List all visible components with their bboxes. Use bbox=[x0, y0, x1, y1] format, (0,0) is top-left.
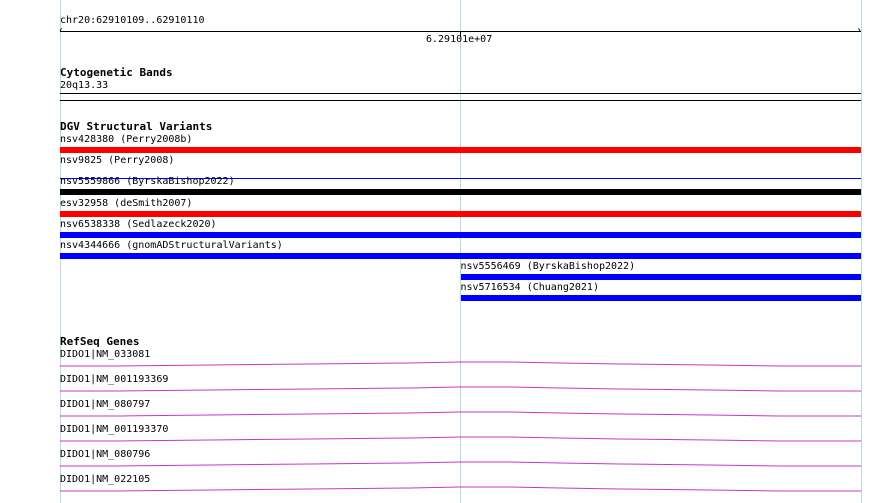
center-grid-line bbox=[460, 0, 461, 503]
dgv-variant-bar[interactable] bbox=[460, 295, 861, 302]
refseq-transcript-path bbox=[60, 361, 861, 367]
dgv-variant-label[interactable]: nsv5559866 (ByrskaBishop2022) bbox=[60, 176, 235, 188]
refseq-transcript-label[interactable]: DIDO1|NM_033081 bbox=[60, 349, 150, 361]
refseq-transcript-line[interactable] bbox=[60, 461, 861, 467]
right-grid-line bbox=[861, 0, 862, 503]
ruler-center-tick-label: 6.29101e+07 bbox=[426, 34, 493, 45]
dgv-variant-label[interactable]: nsv428380 (Perry2008b) bbox=[60, 134, 192, 146]
dgv-variant-bar[interactable] bbox=[60, 253, 861, 259]
refseq-transcript-path bbox=[60, 436, 861, 442]
cytoband-band-top[interactable] bbox=[60, 93, 861, 94]
refseq-track-title: RefSeq Genes bbox=[60, 335, 140, 348]
cytoband-track-title: Cytogenetic Bands bbox=[60, 66, 173, 79]
refseq-transcript-label[interactable]: DIDO1|NM_001193369 bbox=[60, 374, 168, 386]
dgv-variant-label[interactable]: nsv5556469 (ByrskaBishop2022) bbox=[461, 261, 636, 273]
dgv-variant-label[interactable]: nsv5716534 (Chuang2021) bbox=[461, 282, 599, 294]
dgv-variant-label[interactable]: nsv6538338 (Sedlazeck2020) bbox=[60, 219, 217, 231]
refseq-transcript-label[interactable]: DIDO1|NM_001193370 bbox=[60, 424, 168, 436]
cytoband-band-bottom bbox=[60, 100, 861, 101]
refseq-transcript-label[interactable]: DIDO1|NM_022105 bbox=[60, 474, 150, 486]
dgv-variant-bar[interactable] bbox=[60, 231, 861, 238]
dgv-variant-bar[interactable] bbox=[60, 210, 861, 217]
refseq-transcript-path bbox=[60, 386, 861, 392]
ruler-left-arrow-icon: ‹ bbox=[58, 25, 65, 36]
dgv-variant-label[interactable]: nsv9825 (Perry2008) bbox=[60, 155, 174, 167]
refseq-transcript-line[interactable] bbox=[60, 436, 861, 442]
refseq-transcript-label[interactable]: DIDO1|NM_080797 bbox=[60, 399, 150, 411]
refseq-transcript-line[interactable] bbox=[60, 411, 861, 417]
dgv-variant-bar[interactable] bbox=[60, 189, 861, 196]
genome-browser-canvas[interactable]: chr20:62910109..62910110 ‹ › 6.29101e+07… bbox=[0, 0, 890, 503]
dgv-track-title: DGV Structural Variants bbox=[60, 120, 213, 133]
dgv-variant-label[interactable]: esv32958 (deSmith2007) bbox=[60, 198, 192, 210]
refseq-transcript-line[interactable] bbox=[60, 361, 861, 367]
refseq-transcript-path bbox=[60, 411, 861, 417]
refseq-transcript-line[interactable] bbox=[60, 486, 861, 492]
dgv-variant-bar[interactable] bbox=[60, 147, 861, 153]
locus-label: chr20:62910109..62910110 bbox=[60, 15, 205, 26]
refseq-transcript-path bbox=[60, 486, 861, 492]
dgv-variant-bar[interactable] bbox=[460, 274, 861, 281]
dgv-variant-label[interactable]: nsv4344666 (gnomADStructuralVariants) bbox=[60, 240, 283, 252]
refseq-transcript-line[interactable] bbox=[60, 386, 861, 392]
ruler-right-arrow-icon: › bbox=[856, 25, 863, 36]
refseq-transcript-label[interactable]: DIDO1|NM_080796 bbox=[60, 449, 150, 461]
cytoband-label[interactable]: 20q13.33 bbox=[60, 80, 108, 92]
refseq-transcript-path bbox=[60, 461, 861, 467]
